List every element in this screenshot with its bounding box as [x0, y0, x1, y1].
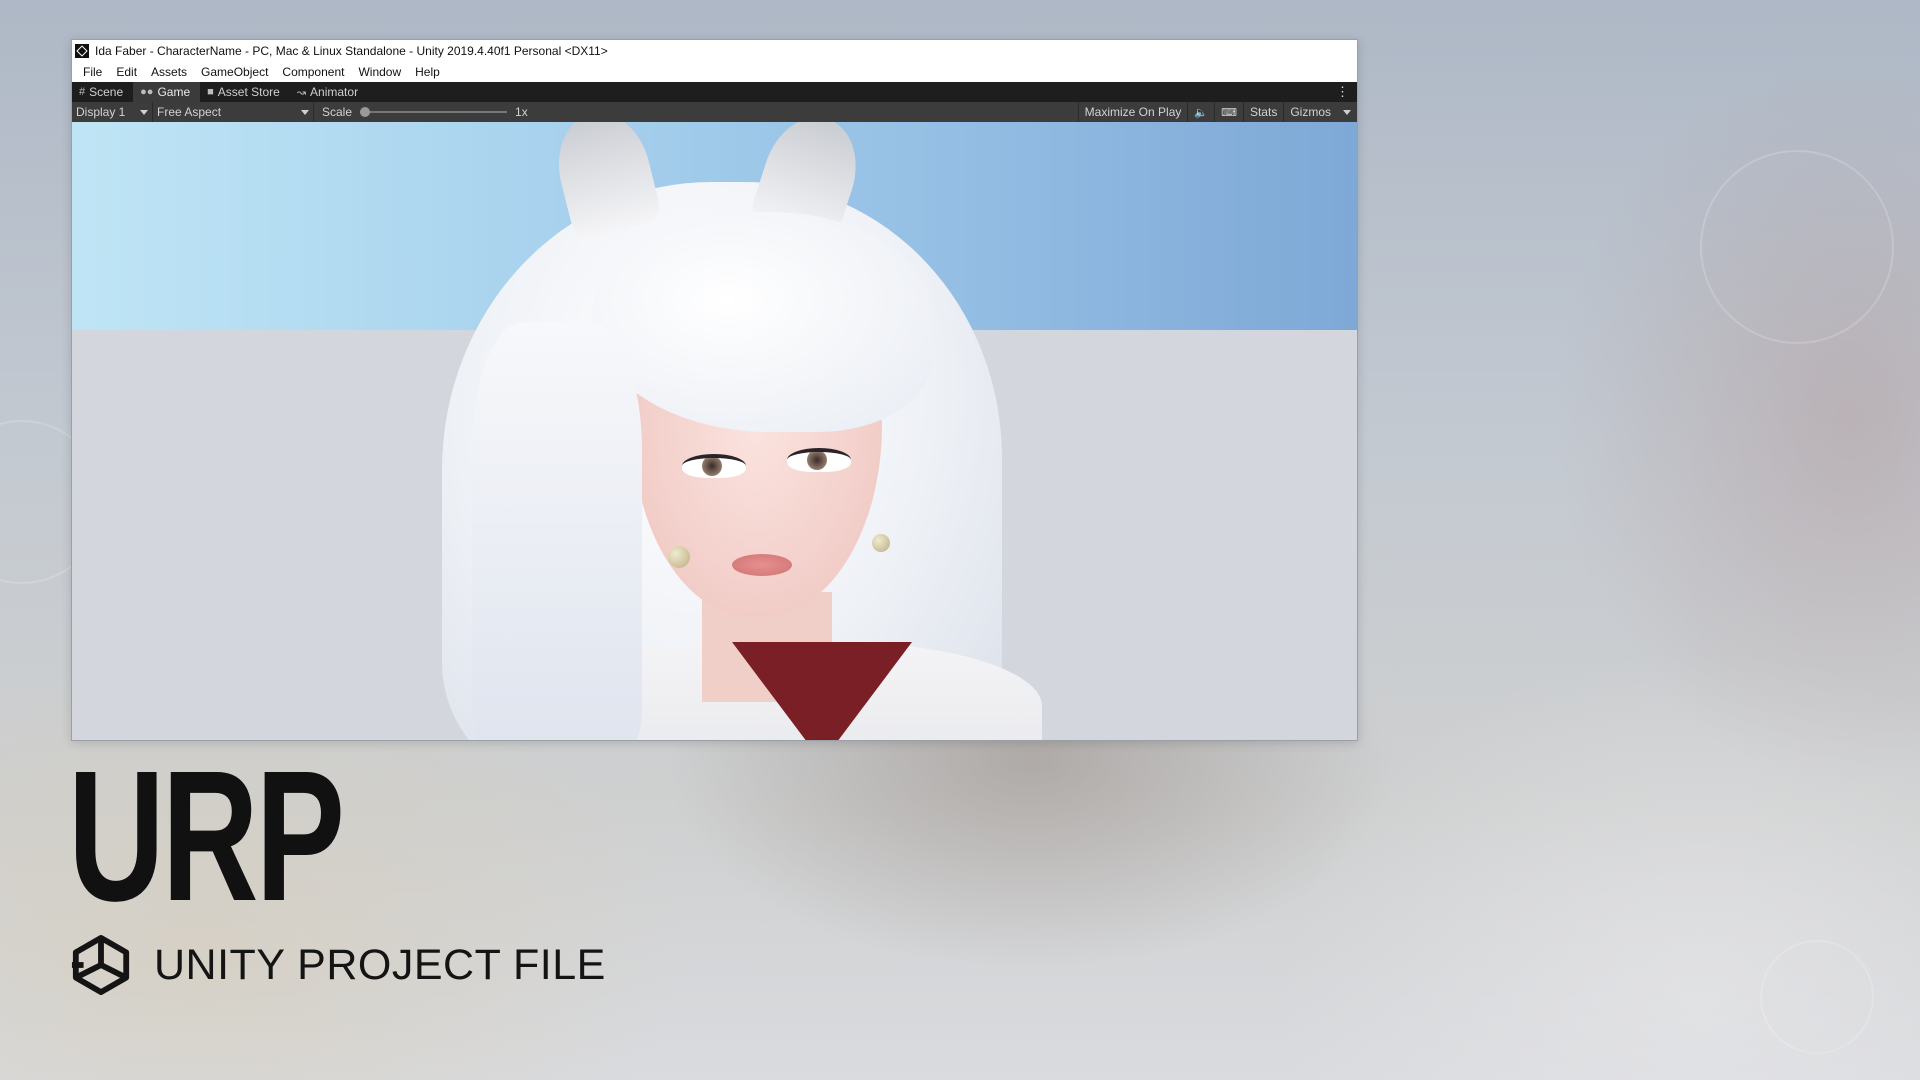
character-eye-right	[787, 448, 851, 472]
menu-gameobject[interactable]: GameObject	[194, 65, 275, 79]
menu-bar: File Edit Assets GameObject Component Wi…	[72, 62, 1357, 82]
character-hair-strands	[472, 322, 642, 740]
bag-icon: ■	[207, 86, 214, 98]
display-value: Display 1	[76, 105, 126, 119]
animator-icon: ↝	[296, 86, 307, 99]
unity-editor-window: Ida Faber - CharacterName - PC, Mac & Li…	[71, 39, 1358, 741]
menu-help[interactable]: Help	[408, 65, 447, 79]
window-title: Ida Faber - CharacterName - PC, Mac & Li…	[95, 44, 608, 58]
keyboard-icon[interactable]: ⌨	[1214, 102, 1243, 122]
unity-app-icon	[75, 44, 89, 58]
tab-asset-store-label: Asset Store	[217, 85, 280, 99]
character-earring-left	[668, 546, 690, 568]
scale-slider-handle[interactable]	[360, 107, 371, 117]
title-bar: Ida Faber - CharacterName - PC, Mac & Li…	[72, 40, 1357, 62]
character-eye-left	[682, 454, 746, 478]
toolbar-right-group: Maximize On Play 🔈 ⌨ Stats Gizmos	[1077, 102, 1357, 122]
grid-icon: #	[79, 86, 86, 98]
character-collar	[732, 642, 912, 740]
menu-window[interactable]: Window	[351, 65, 408, 79]
tab-scene-label: Scene	[89, 85, 124, 99]
chevron-down-icon	[140, 109, 148, 115]
character-earring-right	[872, 534, 890, 552]
display-dropdown[interactable]: Display 1	[72, 102, 153, 122]
tab-animator-label: Animator	[310, 85, 359, 99]
gizmos-button[interactable]: Gizmos	[1283, 102, 1337, 122]
unity-project-label: UNITY PROJECT FILE	[70, 934, 606, 996]
tab-game[interactable]: ●● Game	[133, 82, 201, 102]
menu-file[interactable]: File	[76, 65, 109, 79]
aspect-value: Free Aspect	[157, 105, 222, 119]
tab-animator[interactable]: ↝ Animator	[290, 82, 368, 102]
unity-logo-icon	[71, 934, 130, 996]
chevron-down-icon[interactable]	[1343, 109, 1351, 115]
tab-game-label: Game	[157, 85, 191, 99]
tab-asset-store[interactable]: ■ Asset Store	[200, 82, 290, 102]
scale-label: Scale	[322, 105, 353, 119]
decorative-swirl	[1700, 150, 1894, 344]
scale-value: 1x	[515, 105, 528, 119]
gamepad-icon: ●●	[140, 86, 154, 98]
game-view-toolbar: Display 1 Free Aspect Scale 1x Maximize …	[72, 102, 1357, 123]
mute-audio-icon[interactable]: 🔈	[1187, 102, 1214, 122]
aspect-dropdown[interactable]: Free Aspect	[153, 102, 314, 122]
menu-edit[interactable]: Edit	[109, 65, 144, 79]
menu-component[interactable]: Component	[275, 65, 351, 79]
chevron-down-icon	[301, 109, 309, 115]
scale-slider[interactable]	[360, 107, 508, 117]
unity-project-file-label: UNITY PROJECT FILE	[154, 940, 606, 989]
maximize-on-play-button[interactable]: Maximize On Play	[1077, 102, 1188, 122]
tab-scene[interactable]: # Scene	[72, 82, 133, 102]
more-options-icon[interactable]: ⋮	[1336, 84, 1349, 100]
decorative-swirl	[1760, 940, 1874, 1054]
menu-assets[interactable]: Assets	[144, 65, 194, 79]
urp-title: URP	[68, 733, 345, 940]
game-view-render[interactable]	[72, 122, 1357, 740]
stats-button[interactable]: Stats	[1242, 102, 1283, 122]
editor-tab-bar: # Scene ●● Game ■ Asset Store ↝ Animator…	[72, 82, 1357, 102]
character-lips	[732, 554, 792, 576]
